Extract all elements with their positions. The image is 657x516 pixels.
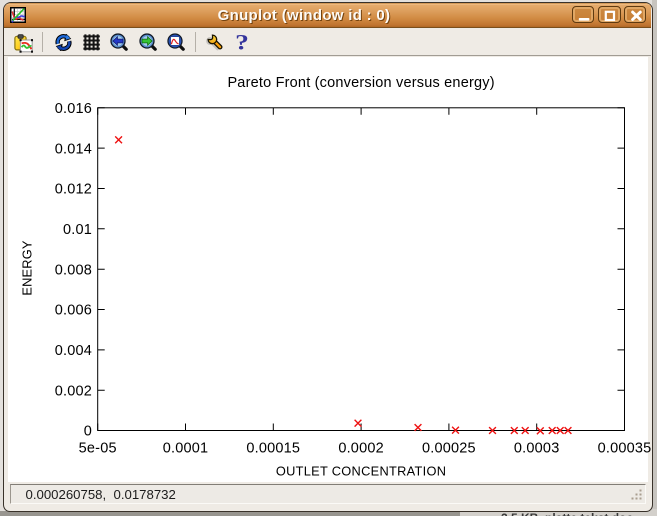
svg-text:0.0001: 0.0001	[162, 441, 208, 457]
svg-text:0.004: 0.004	[54, 343, 91, 359]
svg-text:0.00025: 0.00025	[421, 441, 475, 457]
svg-text:5e-05: 5e-05	[78, 441, 116, 457]
svg-text:0.006: 0.006	[54, 303, 91, 319]
svg-text:0.014: 0.014	[54, 141, 91, 157]
svg-text:OUTLET CONCENTRATION: OUTLET CONCENTRATION	[275, 464, 445, 479]
svg-text:0.0002: 0.0002	[338, 441, 384, 457]
svg-text:0.00015: 0.00015	[246, 441, 300, 457]
svg-text:0.002: 0.002	[54, 383, 91, 399]
svg-text:0.008: 0.008	[54, 262, 91, 278]
svg-text:0.0003: 0.0003	[513, 441, 559, 457]
svg-text:0.012: 0.012	[54, 182, 91, 198]
svg-text:Pareto Front (conversion versu: Pareto Front (conversion versus energy)	[227, 75, 494, 91]
svg-text:ENERGY: ENERGY	[19, 240, 34, 296]
svg-text:0.016: 0.016	[54, 101, 91, 117]
svg-text:0.01: 0.01	[62, 222, 91, 238]
svg-text:0.00035: 0.00035	[597, 441, 651, 457]
svg-text:0: 0	[83, 424, 91, 440]
svg-text:?: ?	[235, 32, 249, 54]
